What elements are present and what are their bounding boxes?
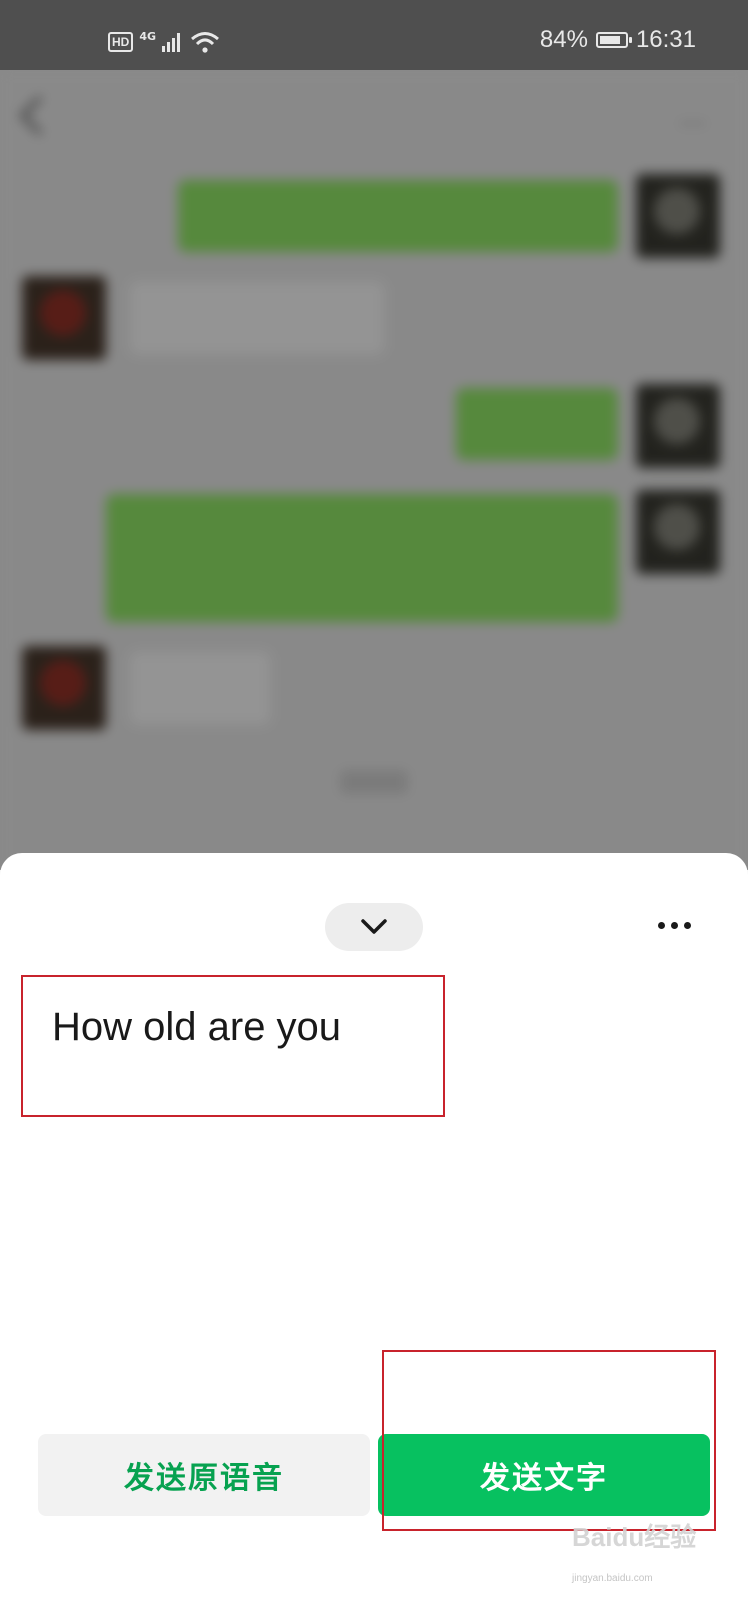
battery-percent: 84% [539, 26, 588, 53]
more-dot [670, 921, 678, 929]
dim-overlay [0, 70, 748, 870]
status-left: HD 4G [108, 28, 220, 56]
status-right: 84% 16:31 [540, 26, 696, 54]
battery-icon [595, 32, 632, 48]
wifi-icon [191, 32, 219, 53]
battery-fill [599, 36, 620, 44]
more-dot [657, 921, 665, 929]
network-type: 4G [139, 29, 157, 43]
watermark-url: jingyan.baidu.com [572, 1573, 653, 1584]
send-original-voice-button[interactable]: 发送原语音 [38, 1434, 370, 1516]
annotation-box-send-text [382, 1350, 716, 1531]
chevron-down-icon [361, 919, 387, 934]
more-dot [683, 921, 691, 929]
hd-icon: HD [108, 32, 134, 52]
signal-icon [162, 33, 181, 52]
collapse-button[interactable] [325, 903, 423, 951]
annotation-box-text [21, 975, 445, 1117]
more-icon[interactable] [644, 905, 704, 945]
voice-to-text-sheet: How old are you 发送原语音 发送文字 Baidu经验 jingy… [0, 853, 748, 1600]
clock: 16:31 [635, 26, 696, 53]
status-bar: HD 4G 84% 16:31 [0, 0, 748, 70]
watermark-logo: Baidu经验 [572, 1522, 697, 1552]
